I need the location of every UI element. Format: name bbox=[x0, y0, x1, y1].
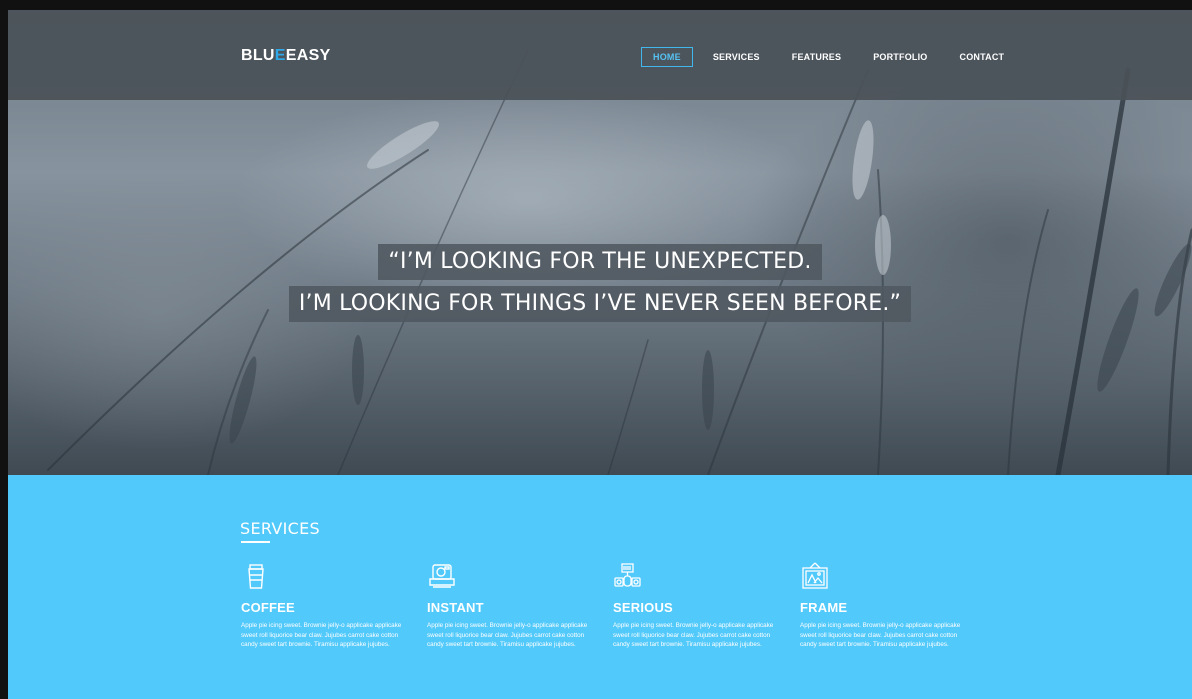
heading-underline bbox=[241, 541, 270, 543]
service-name: FRAME bbox=[800, 600, 848, 615]
nav-item-home[interactable]: HOME bbox=[641, 47, 693, 67]
services-section: SERVICES COFFEE Apple pie icing sweet. B… bbox=[8, 475, 1192, 699]
nav-item-portfolio[interactable]: PORTFOLIO bbox=[861, 47, 939, 67]
service-description: Apple pie icing sweet. Brownie jelly-o a… bbox=[613, 622, 774, 648]
service-name: INSTANT bbox=[427, 600, 484, 615]
main-nav: HOME SERVICES FEATURES PORTFOLIO CONTACT bbox=[641, 47, 1024, 67]
logo-text-part2: EASY bbox=[285, 47, 331, 64]
service-name: SERIOUS bbox=[613, 600, 673, 615]
service-description: Apple pie icing sweet. Brownie jelly-o a… bbox=[241, 622, 402, 648]
nav-item-contact[interactable]: CONTACT bbox=[948, 47, 1017, 67]
camera-icon bbox=[429, 564, 455, 588]
service-card-coffee: COFFEE Apple pie icing sweet. Brownie je… bbox=[241, 561, 409, 650]
service-card-frame: FRAME Apple pie icing sweet. Brownie jel… bbox=[800, 561, 968, 650]
service-description: Apple pie icing sweet. Brownie jelly-o a… bbox=[427, 622, 588, 648]
picture-frame-icon bbox=[802, 562, 828, 589]
page: BLUEEASY HOME SERVICES FEATURES PORTFOLI… bbox=[8, 10, 1192, 699]
nav-item-services[interactable]: SERVICES bbox=[701, 47, 772, 67]
quote-line-1: “I’M LOOKING FOR THE UNEXPECTED. bbox=[378, 244, 822, 280]
brand-logo[interactable]: BLUEEASY bbox=[241, 47, 331, 65]
service-name: COFFEE bbox=[241, 600, 295, 615]
hero-section: BLUEEASY HOME SERVICES FEATURES PORTFOLI… bbox=[8, 10, 1192, 475]
service-description: Apple pie icing sweet. Brownie jelly-o a… bbox=[800, 622, 961, 648]
hero-quote: “I’M LOOKING FOR THE UNEXPECTED. I’M LOO… bbox=[8, 244, 1192, 322]
service-card-serious: SERIOUS Apple pie icing sweet. Brownie j… bbox=[613, 561, 781, 650]
quote-line-2: I’M LOOKING FOR THINGS I’VE NEVER SEEN B… bbox=[288, 286, 912, 322]
robot-icon bbox=[614, 563, 641, 587]
top-navbar: BLUEEASY HOME SERVICES FEATURES PORTFOLI… bbox=[8, 10, 1192, 100]
coffee-cup-icon bbox=[248, 564, 264, 589]
service-card-instant: INSTANT Apple pie icing sweet. Brownie j… bbox=[427, 561, 595, 650]
logo-text-part1: BLU bbox=[241, 47, 275, 64]
logo-text-accent: E bbox=[274, 47, 286, 64]
nav-item-features[interactable]: FEATURES bbox=[780, 47, 853, 67]
services-heading: SERVICES bbox=[240, 519, 321, 538]
